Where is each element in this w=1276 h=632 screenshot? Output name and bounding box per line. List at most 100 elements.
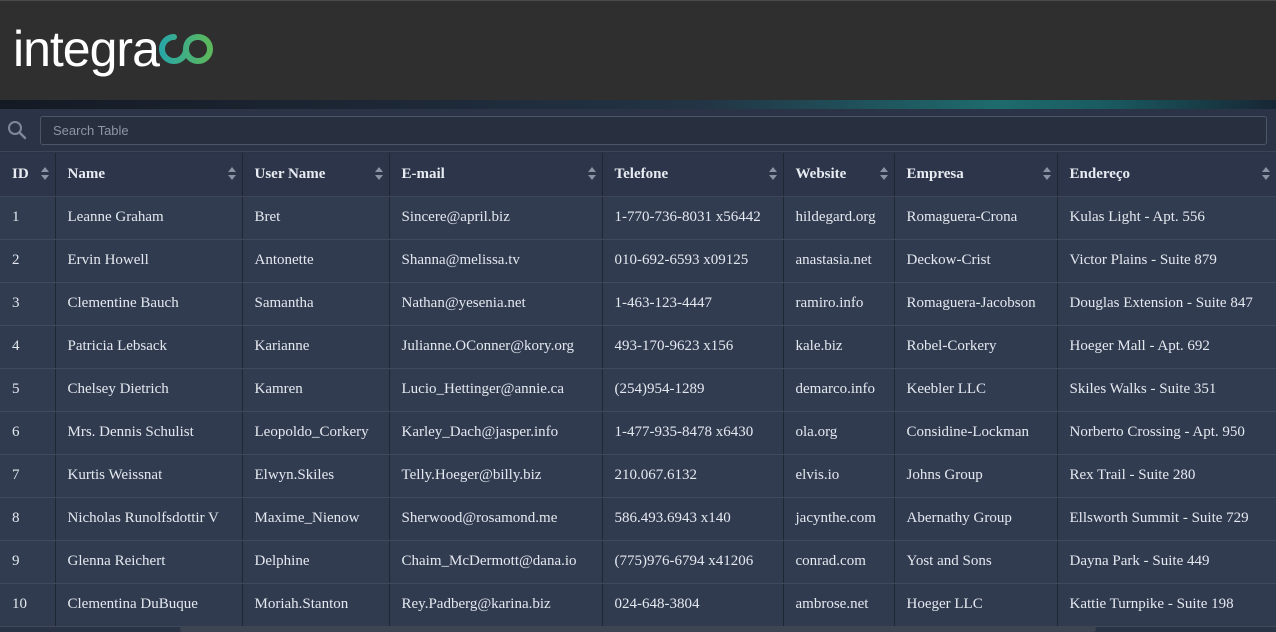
cell-name: Chelsey Dietrich	[55, 368, 243, 412]
sort-icon[interactable]	[374, 167, 383, 181]
sort-icon[interactable]	[1042, 167, 1051, 181]
cell-website: kale.biz	[783, 325, 895, 369]
cell-username: Antonette	[242, 239, 390, 283]
cell-username: Samantha	[242, 282, 390, 326]
cell-endereco: Hoeger Mall - Apt. 692	[1057, 325, 1276, 369]
column-header-label: E-mail	[401, 165, 445, 182]
brand-logo[interactable]: integra	[13, 21, 220, 77]
cell-telefone: 1-463-123-4447	[602, 282, 784, 326]
cell-username: Delphine	[242, 540, 390, 584]
cell-endereco: Ellsworth Summit - Suite 729	[1057, 497, 1276, 541]
cell-telefone: 1-770-736-8031 x56442	[602, 196, 784, 240]
cell-email: Sincere@april.biz	[389, 196, 603, 240]
cell-telefone: 024-648-3804	[602, 583, 784, 627]
sort-icon[interactable]	[40, 167, 49, 181]
cell-username: Maxime_Nienow	[242, 497, 390, 541]
cell-website: conrad.com	[783, 540, 895, 584]
cell-website: anastasia.net	[783, 239, 895, 283]
column-header-website[interactable]: Website	[783, 153, 895, 197]
cell-email: Telly.Hoeger@billy.biz	[389, 454, 603, 498]
cell-username: Kamren	[242, 368, 390, 412]
cell-name: Kurtis Weissnat	[55, 454, 243, 498]
cell-telefone: (254)954-1289	[602, 368, 784, 412]
cell-name: Nicholas Runolfsdottir V	[55, 497, 243, 541]
cell-website: ola.org	[783, 411, 895, 455]
cell-username: Bret	[242, 196, 390, 240]
cell-empresa: Keebler LLC	[894, 368, 1058, 412]
cell-telefone: 210.067.6132	[602, 454, 784, 498]
sort-icon[interactable]	[768, 167, 777, 181]
cell-id: 8	[0, 497, 56, 541]
column-header-label: Endereço	[1069, 165, 1131, 182]
table-row[interactable]: 3 Clementine Bauch Samantha Nathan@yesenia.…	[0, 282, 1276, 326]
column-header-username[interactable]: User Name	[242, 153, 390, 197]
cell-empresa: Yost and Sons	[894, 540, 1058, 584]
table-row[interactable]: 7 Kurtis Weissnat Elwyn.Skiles Telly.Hoeger…	[0, 454, 1276, 498]
cell-id: 7	[0, 454, 56, 498]
table-row[interactable]: 2 Ervin Howell Antonette Shanna@melissa.tv 0…	[0, 239, 1276, 283]
column-header-endereco[interactable]: Endereço	[1057, 153, 1276, 197]
cell-email: Sherwood@rosamond.me	[389, 497, 603, 541]
cell-email: Shanna@melissa.tv	[389, 239, 603, 283]
logo-infinity-mark	[158, 31, 220, 72]
cell-id: 9	[0, 540, 56, 584]
column-header-label: User Name	[254, 165, 326, 182]
users-table: ID Name User Name E-mail Telefone Websit…	[0, 153, 1276, 627]
cell-name: Clementina DuBuque	[55, 583, 243, 627]
cell-name: Mrs. Dennis Schulist	[55, 411, 243, 455]
column-header-telefone[interactable]: Telefone	[602, 153, 784, 197]
search-icon	[7, 120, 27, 140]
table-row[interactable]: 4 Patricia Lebsack Karianne Julianne.OConne…	[0, 325, 1276, 369]
column-header-empresa[interactable]: Empresa	[894, 153, 1058, 197]
cell-id: 1	[0, 196, 56, 240]
cell-empresa: Abernathy Group	[894, 497, 1058, 541]
table-row[interactable]: 1 Leanne Graham Bret Sincere@april.biz 1-770…	[0, 196, 1276, 240]
cell-username: Leopoldo_Corkery	[242, 411, 390, 455]
column-header-label: Empresa	[906, 165, 964, 182]
column-header-name[interactable]: Name	[55, 153, 243, 197]
sort-icon[interactable]	[227, 167, 236, 181]
table-row[interactable]: 5 Chelsey Dietrich Kamren Lucio_Hettinger@a…	[0, 368, 1276, 412]
column-header-label: Telefone	[614, 165, 669, 182]
cell-website: elvis.io	[783, 454, 895, 498]
cell-empresa: Considine-Lockman	[894, 411, 1058, 455]
search-input[interactable]	[40, 116, 1267, 145]
column-header-email[interactable]: E-mail	[389, 153, 603, 197]
cell-name: Glenna Reichert	[55, 540, 243, 584]
cell-endereco: Skiles Walks - Suite 351	[1057, 368, 1276, 412]
cell-telefone: 493-170-9623 x156	[602, 325, 784, 369]
sort-icon[interactable]	[879, 167, 888, 181]
horizontal-scrollbar[interactable]	[180, 626, 1096, 632]
column-header-label: ID	[12, 165, 29, 182]
cell-endereco: Dayna Park - Suite 449	[1057, 540, 1276, 584]
column-header-label: Website	[795, 165, 847, 182]
cell-website: jacynthe.com	[783, 497, 895, 541]
table-row[interactable]: 10 Clementina DuBuque Moriah.Stanton Rey.Pa…	[0, 583, 1276, 627]
cell-endereco: Norberto Crossing - Apt. 950	[1057, 411, 1276, 455]
cell-empresa: Romaguera-Jacobson	[894, 282, 1058, 326]
cell-empresa: Robel-Corkery	[894, 325, 1058, 369]
cell-endereco: Douglas Extension - Suite 847	[1057, 282, 1276, 326]
table-row[interactable]: 6 Mrs. Dennis Schulist Leopoldo_Corkery Kar…	[0, 411, 1276, 455]
app-header: integra	[0, 0, 1276, 100]
table-body: 1 Leanne Graham Bret Sincere@april.biz 1-770…	[0, 196, 1276, 627]
cell-empresa: Johns Group	[894, 454, 1058, 498]
column-header-id[interactable]: ID	[0, 153, 56, 197]
header-accent-band	[0, 100, 1276, 109]
cell-email: Karley_Dach@jasper.info	[389, 411, 603, 455]
cell-username: Karianne	[242, 325, 390, 369]
cell-name: Clementine Bauch	[55, 282, 243, 326]
table-row[interactable]: 9 Glenna Reichert Delphine Chaim_McDermott@…	[0, 540, 1276, 584]
table-row[interactable]: 8 Nicholas Runolfsdottir V Maxime_Nienow Sh…	[0, 497, 1276, 541]
sort-icon[interactable]	[1261, 167, 1270, 181]
cell-email: Lucio_Hettinger@annie.ca	[389, 368, 603, 412]
cell-email: Nathan@yesenia.net	[389, 282, 603, 326]
cell-website: hildegard.org	[783, 196, 895, 240]
cell-telefone: 586.493.6943 x140	[602, 497, 784, 541]
cell-endereco: Victor Plains - Suite 879	[1057, 239, 1276, 283]
cell-website: ramiro.info	[783, 282, 895, 326]
cell-id: 3	[0, 282, 56, 326]
sort-icon[interactable]	[587, 167, 596, 181]
logo-text: integra	[13, 21, 160, 77]
cell-endereco: Kattie Turnpike - Suite 198	[1057, 583, 1276, 627]
